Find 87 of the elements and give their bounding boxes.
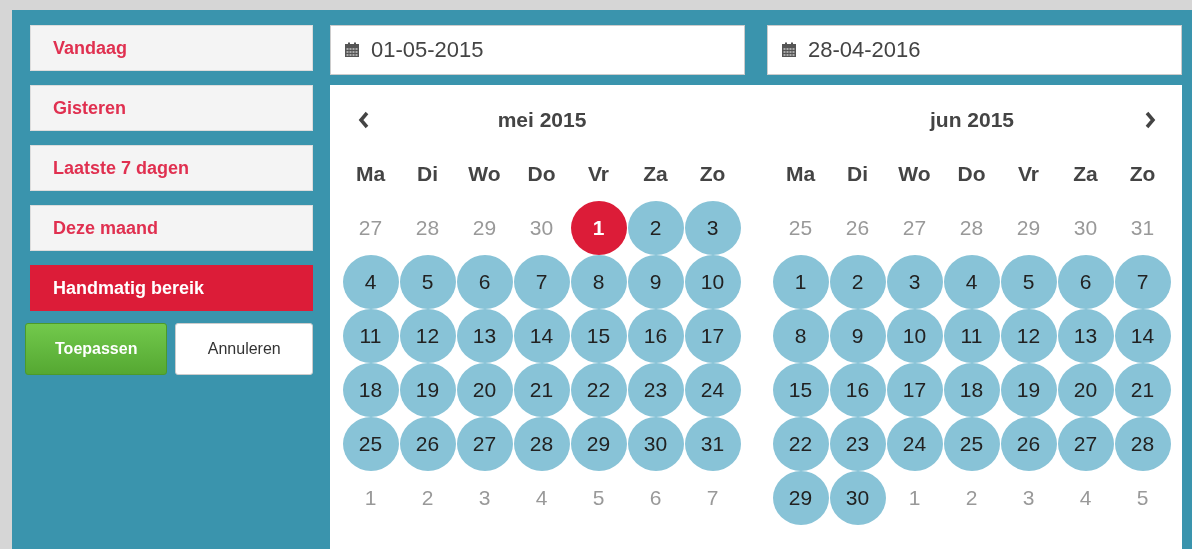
cancel-button[interactable]: Annuleren [175, 323, 313, 375]
calendar-day[interactable]: 9 [627, 255, 684, 309]
calendar-day[interactable]: 17 [886, 363, 943, 417]
calendar-day[interactable]: 30 [627, 417, 684, 471]
calendar-day[interactable]: 22 [570, 363, 627, 417]
weekday-label: Za [1072, 161, 1099, 187]
calendar-day[interactable]: 27 [456, 417, 513, 471]
calendar-day[interactable]: 29 [570, 417, 627, 471]
calendar-day[interactable]: 25 [342, 417, 399, 471]
calendar-day[interactable]: 5 [1000, 255, 1057, 309]
calendar-day[interactable]: 3 [886, 255, 943, 309]
range-option[interactable]: Deze maand [30, 205, 313, 251]
weekday-label: Zo [698, 161, 727, 187]
calendar-day[interactable]: 1 [772, 255, 829, 309]
weekday-label: Di [416, 161, 439, 187]
calendar-day[interactable]: 13 [1057, 309, 1114, 363]
calendar-day[interactable]: 20 [1057, 363, 1114, 417]
range-option[interactable]: Handmatig bereik [30, 265, 313, 311]
weekday-label: Wo [467, 161, 502, 187]
weekday-label: Wo [897, 161, 932, 187]
weekday-label: Do [956, 161, 987, 187]
calendar-day[interactable]: 19 [399, 363, 456, 417]
calendar-day[interactable]: 13 [456, 309, 513, 363]
calendar-day[interactable]: 28 [1114, 417, 1171, 471]
weekday-label: Di [846, 161, 869, 187]
calendar-day[interactable]: 15 [772, 363, 829, 417]
calendar-day[interactable]: 11 [342, 309, 399, 363]
calendar-day[interactable]: 14 [513, 309, 570, 363]
calendar-day[interactable]: 27 [1057, 417, 1114, 471]
calendar-day[interactable]: 20 [456, 363, 513, 417]
weekday-label: Do [526, 161, 557, 187]
calendar-day[interactable]: 4 [943, 255, 1000, 309]
calendar-day[interactable]: 6 [1057, 255, 1114, 309]
calendar-day[interactable]: 17 [684, 309, 741, 363]
weekday-label: Ma [354, 161, 387, 187]
calendar-day[interactable]: 6 [456, 255, 513, 309]
range-option[interactable]: Vandaag [30, 25, 313, 71]
calendar-day[interactable]: 22 [772, 417, 829, 471]
calendar-day[interactable]: 25 [943, 417, 1000, 471]
calendar-day[interactable]: 21 [513, 363, 570, 417]
calendar-day[interactable]: 15 [570, 309, 627, 363]
calendar-day[interactable]: 3 [684, 201, 741, 255]
calendar-day[interactable]: 11 [943, 309, 1000, 363]
calendar-day[interactable]: 12 [399, 309, 456, 363]
calendar-day[interactable]: 23 [829, 417, 886, 471]
calendar-day[interactable]: 26 [399, 417, 456, 471]
calendar-day[interactable]: 4 [342, 255, 399, 309]
month-title: jun 2015 [929, 108, 1014, 132]
calendar-day[interactable]: 14 [1114, 309, 1171, 363]
next-month-icon[interactable] [1144, 111, 1156, 129]
calendar-day[interactable]: 28 [513, 417, 570, 471]
calendar-day[interactable]: 5 [399, 255, 456, 309]
calendar-day[interactable]: 8 [772, 309, 829, 363]
calendar-day[interactable]: 29 [772, 471, 829, 525]
calendar-day[interactable]: 7 [1114, 255, 1171, 309]
calendar-day[interactable]: 18 [943, 363, 1000, 417]
previous-month-icon[interactable] [358, 111, 370, 129]
calendar-day[interactable]: 12 [1000, 309, 1057, 363]
date-field[interactable]: 01-05-2015 [330, 25, 745, 75]
calendar-day[interactable]: 31 [684, 417, 741, 471]
calendar-day[interactable]: 18 [342, 363, 399, 417]
calendar-day[interactable]: 21 [1114, 363, 1171, 417]
calendar-day[interactable]: 8 [570, 255, 627, 309]
calendar-day[interactable]: 26 [1000, 417, 1057, 471]
calendar-day[interactable]: 10 [886, 309, 943, 363]
weekday-label: Ma [784, 161, 817, 187]
weekday-label: Za [642, 161, 669, 187]
calendar-day[interactable]: 16 [627, 309, 684, 363]
calendar-day[interactable]: 7 [513, 255, 570, 309]
range-option[interactable]: Laatste 7 dagen [30, 145, 313, 191]
calendar-day[interactable]: 1 [570, 201, 627, 255]
calendar-day[interactable]: 2 [829, 255, 886, 309]
month-title: mei 2015 [497, 108, 587, 132]
calendar-day[interactable]: 24 [684, 363, 741, 417]
calendar-day[interactable]: 9 [829, 309, 886, 363]
date-field[interactable]: 28-04-2016 [767, 25, 1182, 75]
calendar-day[interactable]: 2 [627, 201, 684, 255]
weekday-label: Zo [1128, 161, 1157, 187]
weekday-label: Vr [587, 161, 610, 187]
weekday-label: Vr [1017, 161, 1040, 187]
range-option[interactable]: Gisteren [30, 85, 313, 131]
calendar-day[interactable]: 24 [886, 417, 943, 471]
calendar-day[interactable]: 16 [829, 363, 886, 417]
calendar-day[interactable]: 30 [829, 471, 886, 525]
calendar-day[interactable]: 10 [684, 255, 741, 309]
calendar-day[interactable]: 23 [627, 363, 684, 417]
calendar-day[interactable]: 19 [1000, 363, 1057, 417]
